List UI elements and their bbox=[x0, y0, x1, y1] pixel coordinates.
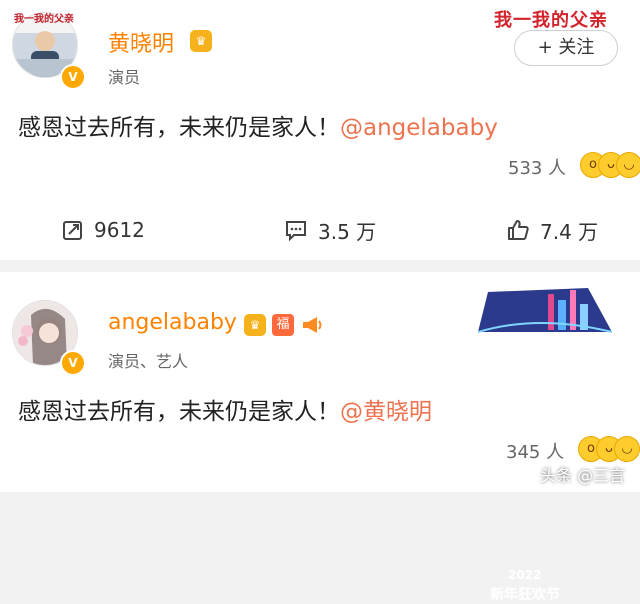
megaphone-icon bbox=[300, 314, 324, 340]
film-banner: 我一我的父亲 bbox=[494, 10, 608, 31]
banner-year: 2022 bbox=[508, 568, 542, 582]
banner-title: 新年狂欢节 bbox=[490, 587, 560, 603]
repost-button[interactable]: 9612 bbox=[62, 216, 145, 244]
post-card: 我一我的父亲 V 黄晓明 ♛ 演员 我一我的父亲 + 关注 感恩过去所有，未来仍… bbox=[0, 0, 640, 260]
author-name[interactable]: 黄晓明 bbox=[108, 26, 174, 58]
watermark: 头条 @三言 bbox=[540, 466, 626, 485]
author-subtitle: 演员、艺人 bbox=[108, 352, 189, 371]
like-button[interactable]: 7.4 万 bbox=[506, 216, 598, 244]
author-name[interactable]: angelababy bbox=[108, 310, 237, 335]
comment-count: 3.5 万 bbox=[318, 219, 377, 244]
mention-link[interactable]: @angelababy bbox=[340, 115, 498, 141]
repost-count: 9612 bbox=[94, 218, 145, 242]
festival-banner bbox=[478, 288, 612, 333]
post-content: 感恩过去所有，未来仍是家人！@angelababy bbox=[18, 108, 498, 142]
post-card: V angelababy ♛ 福 演员、艺人 2022 新年狂欢节 感恩过去所有… bbox=[0, 272, 640, 603]
grin-emoji-icon: ◡ bbox=[614, 436, 640, 462]
reaction-count[interactable]: 533 人 bbox=[508, 154, 566, 180]
crown-icon: ♛ bbox=[190, 30, 212, 52]
post-content: 感恩过去所有，未来仍是家人！@黄晓明 bbox=[18, 392, 432, 426]
follow-button[interactable]: + 关注 bbox=[514, 30, 618, 66]
fortune-badge-icon: 福 bbox=[272, 314, 294, 336]
like-count: 7.4 万 bbox=[540, 219, 599, 244]
comment-icon bbox=[284, 219, 308, 241]
reaction-count[interactable]: 345 人 bbox=[506, 438, 564, 464]
comment-button[interactable]: 3.5 万 bbox=[284, 216, 376, 244]
post-text: 感恩过去所有，未来仍是家人！ bbox=[18, 399, 340, 425]
grin-emoji-icon: ◡ bbox=[616, 152, 640, 178]
verified-icon: V bbox=[60, 350, 86, 376]
mention-link[interactable]: @黄晓明 bbox=[340, 399, 432, 425]
author-subtitle: 演员 bbox=[108, 68, 141, 87]
post-text: 感恩过去所有，未来仍是家人！ bbox=[18, 115, 340, 141]
repost-icon bbox=[62, 219, 84, 241]
avatar-caption: 我一我的父亲 bbox=[14, 14, 74, 25]
thumbs-up-icon bbox=[506, 218, 530, 242]
crown-icon: ♛ bbox=[244, 314, 266, 336]
verified-icon: V bbox=[60, 64, 86, 90]
